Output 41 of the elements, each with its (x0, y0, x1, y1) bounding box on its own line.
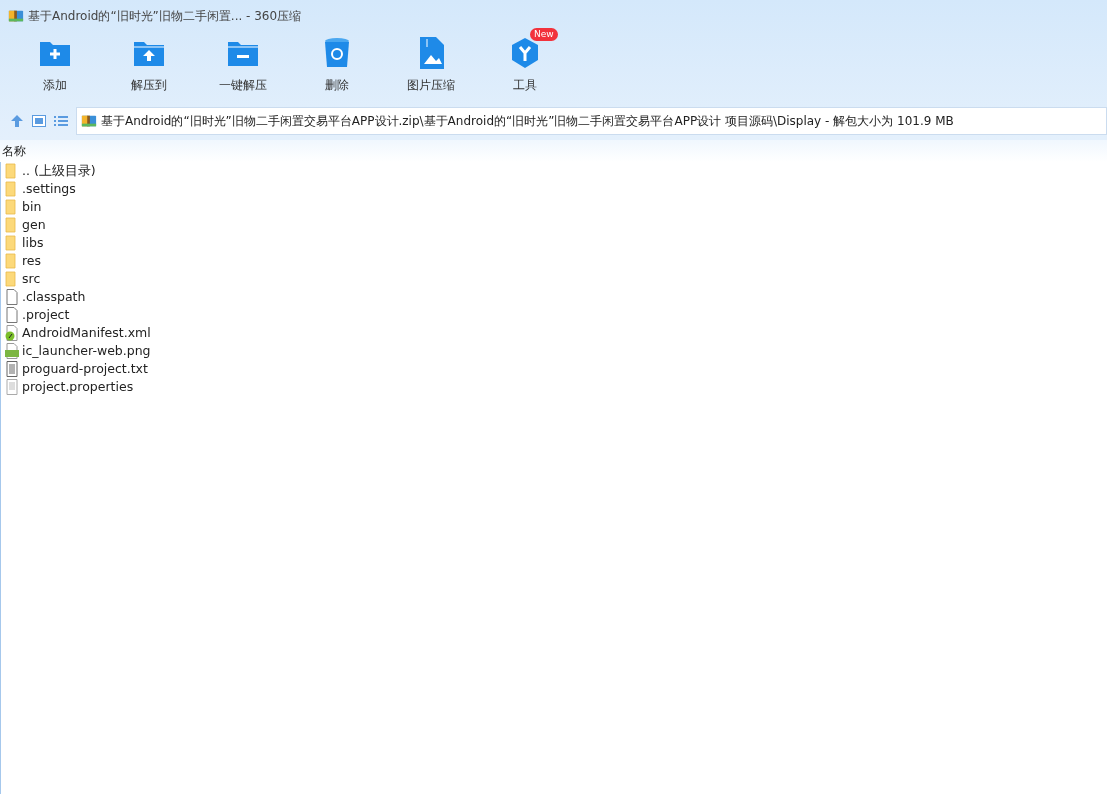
folder-icon (5, 217, 19, 233)
toolbar-button[interactable]: 一键解压 (204, 32, 282, 98)
file-name[interactable]: src (22, 269, 41, 289)
new-badge: New (530, 28, 558, 41)
window-title: 基于Android的“旧时光”旧物二手闲置... - 360压缩 (28, 8, 302, 25)
address-bar[interactable]: 基于Android的“旧时光”旧物二手闲置交易平台APP设计.zip\基于Android的“旧时光”旧物二手闲置交易平台APP设计 项目源码\Display - 解包大小为 101.9 MB (76, 107, 1107, 135)
file-name[interactable]: res (22, 251, 42, 271)
toolbar-button[interactable]: 图片压缩 (392, 32, 470, 98)
list-view-icon[interactable] (54, 115, 68, 127)
folder-icon (5, 181, 19, 197)
leaf-file-icon (5, 325, 19, 341)
file-name[interactable]: bin (22, 197, 42, 217)
file-name[interactable]: gen (22, 215, 46, 235)
file-name[interactable]: ic_launcher-web.png (22, 341, 151, 361)
column-header[interactable]: 名称 (2, 144, 26, 158)
folder-icon (5, 253, 19, 269)
file-name[interactable]: .. (上级目录) (22, 161, 96, 181)
file-name[interactable]: .settings (22, 179, 76, 199)
toolbar-button[interactable]: 解压到 (110, 32, 188, 98)
archive-icon (8, 8, 24, 24)
file-name[interactable]: project.properties (22, 377, 134, 397)
file-name[interactable]: AndroidManifest.xml (22, 323, 151, 343)
folder-icon (5, 199, 19, 215)
folder-icon (5, 271, 19, 287)
file-icon (5, 307, 19, 323)
folder-icon (5, 163, 19, 179)
file-icon (5, 289, 19, 305)
folder-icon (5, 235, 19, 251)
toolbar-button[interactable]: 添加 (16, 32, 94, 98)
address-path: 基于Android的“旧时光”旧物二手闲置交易平台APP设计.zip\基于Android的“旧时光”旧物二手闲置交易平台APP设计 项目源码\Display - 解包大小为 101.9 MB (101, 113, 954, 130)
text-file-icon (5, 379, 19, 395)
image-file-icon (5, 343, 19, 359)
file-name[interactable]: .classpath (22, 287, 86, 307)
thumbnail-view-icon[interactable] (32, 115, 46, 127)
toolbar-button[interactable]: 删除 (298, 32, 376, 98)
file-name[interactable]: proguard-project.txt (22, 359, 148, 379)
file-name[interactable]: libs (22, 233, 44, 253)
text-file-icon (5, 361, 19, 377)
file-name[interactable]: .project (22, 305, 70, 325)
archive-icon (81, 113, 97, 129)
up-arrow-icon[interactable] (10, 114, 24, 128)
